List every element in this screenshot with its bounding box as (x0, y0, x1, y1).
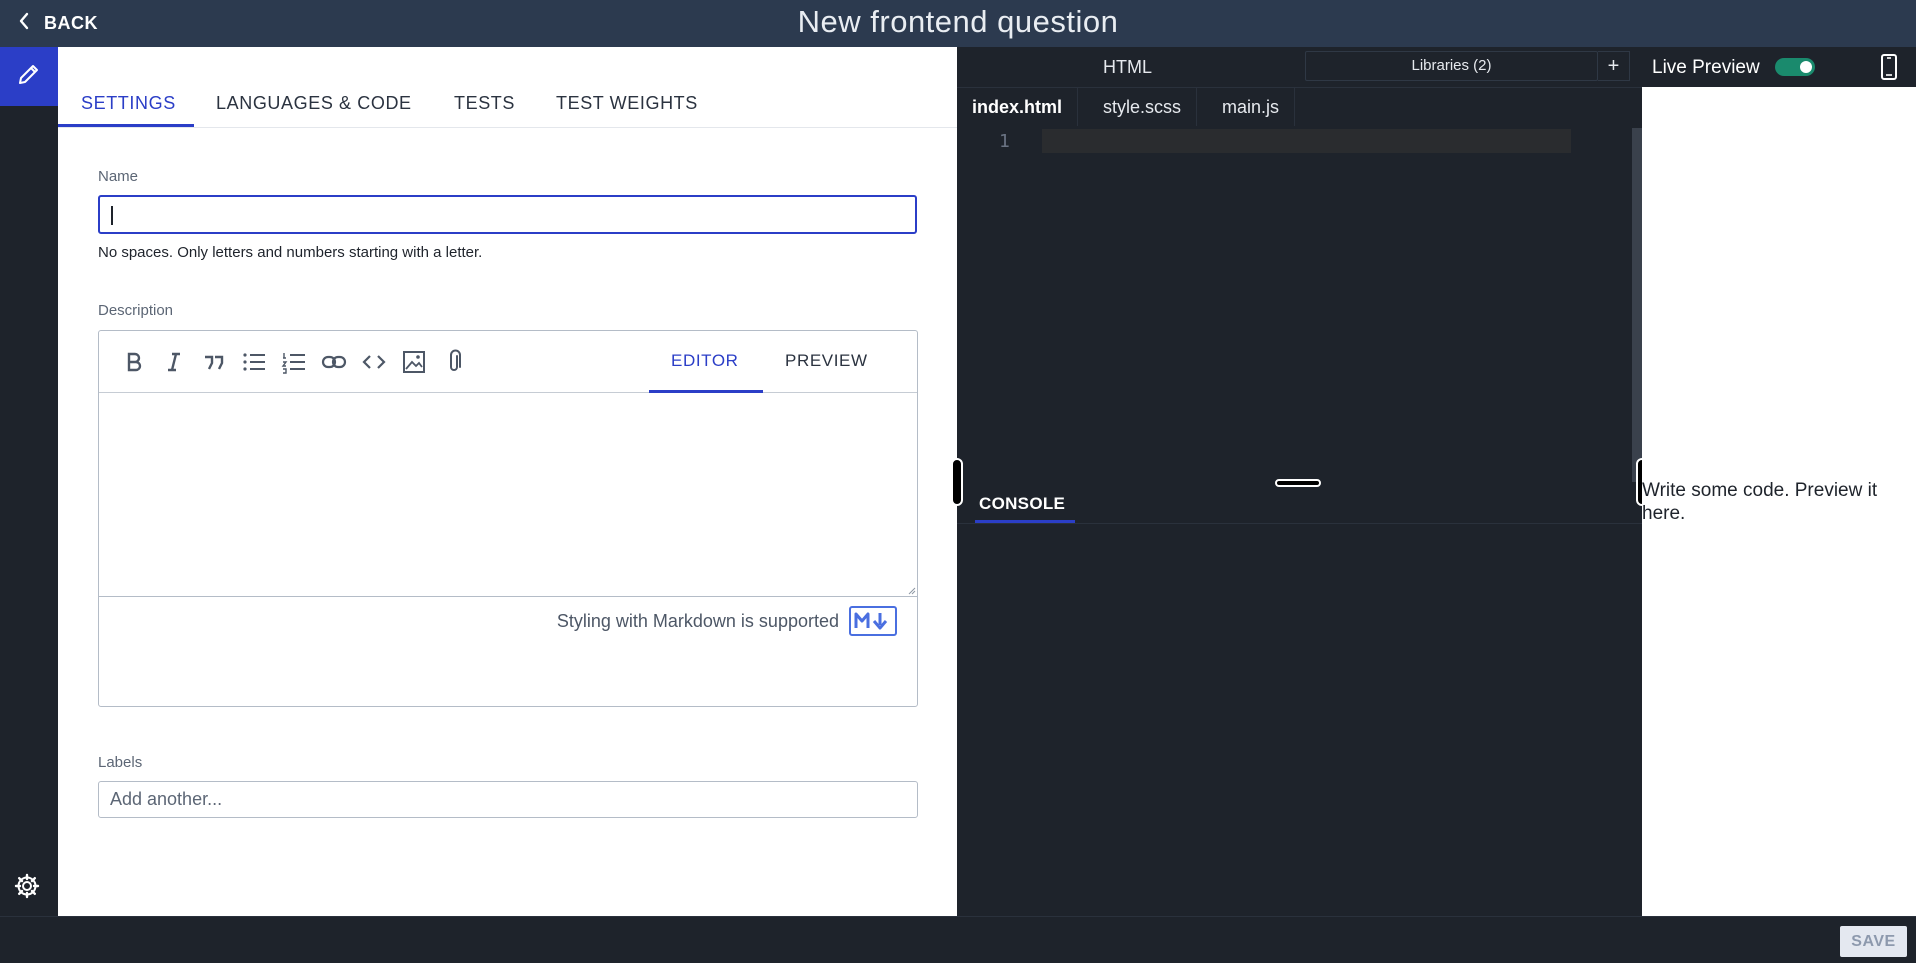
bulleted-list-icon[interactable] (241, 349, 267, 375)
tab-test-weights[interactable]: TEST WEIGHTS (556, 93, 698, 114)
file-tab-style-scss[interactable]: style.scss (1088, 88, 1198, 126)
name-input[interactable] (98, 195, 917, 234)
save-button[interactable]: SAVE (1840, 926, 1907, 957)
code-language: HTML (1103, 57, 1152, 77)
console-tab-indicator (975, 520, 1075, 523)
page-title: New frontend question (797, 4, 1119, 39)
left-split-handle[interactable] (951, 458, 963, 506)
description-label: Description (98, 302, 174, 319)
gear-icon[interactable] (13, 872, 41, 900)
add-library-button[interactable]: + (1598, 51, 1630, 81)
pencil-icon (16, 61, 42, 92)
console-header: CONSOLE (957, 482, 1642, 524)
settings-tabs: SETTINGS LANGUAGES & CODE TESTS TEST WEI… (58, 47, 957, 128)
left-rail (0, 47, 58, 916)
resize-grip-icon[interactable] (906, 585, 916, 595)
labels-input[interactable] (98, 781, 918, 818)
preview-empty-message: Write some code. Preview it here. (1642, 480, 1878, 524)
description-textarea[interactable] (99, 393, 917, 596)
active-tab-indicator (58, 124, 194, 127)
markdown-icon[interactable] (849, 606, 897, 636)
editor-scrollbar[interactable] (1632, 128, 1642, 482)
top-bar: BACK New frontend question (0, 0, 1916, 47)
libraries-button[interactable]: Libraries (2) (1305, 51, 1598, 81)
numbered-list-icon[interactable] (281, 349, 307, 375)
attachment-icon[interactable] (441, 349, 467, 375)
tab-settings[interactable]: SETTINGS (81, 93, 176, 114)
mobile-device-icon[interactable] (1880, 53, 1898, 81)
markdown-footer: Styling with Markdown is supported (99, 596, 917, 646)
live-preview-toggle[interactable] (1775, 58, 1815, 76)
file-tab-index-html[interactable]: index.html (957, 88, 1079, 126)
file-tabs: index.html style.scss main.js (957, 87, 1642, 126)
current-line-highlight (1042, 129, 1571, 153)
italic-icon[interactable] (161, 349, 187, 375)
bold-icon[interactable] (121, 349, 147, 375)
markdown-toolbar: EDITOR PREVIEW (99, 331, 917, 393)
labels-label: Labels (98, 754, 143, 771)
console-tab[interactable]: CONSOLE (979, 494, 1065, 514)
tab-tests[interactable]: TESTS (454, 93, 515, 114)
description-editor: EDITOR PREVIEW Styling with Markdown is … (98, 330, 918, 707)
image-icon[interactable] (401, 349, 427, 375)
link-icon[interactable] (321, 349, 347, 375)
line-number: 1 (999, 131, 1010, 152)
code-editor[interactable]: 1 (957, 126, 1632, 482)
text-caret (111, 206, 113, 225)
preview-tab[interactable]: PREVIEW (785, 351, 868, 371)
live-preview-panel: Live Preview Write some code. Preview it… (1642, 47, 1916, 916)
editor-tab[interactable]: EDITOR (671, 351, 739, 371)
name-label: Name (98, 168, 139, 185)
markdown-note: Styling with Markdown is supported (556, 611, 839, 631)
code-header: HTML Libraries (2) + (957, 47, 1642, 87)
code-icon[interactable] (361, 349, 387, 375)
file-tab-main-js[interactable]: main.js (1207, 88, 1296, 126)
toggle-knob (1800, 61, 1812, 73)
edit-mode-button[interactable] (0, 47, 58, 106)
tab-languages-code[interactable]: LANGUAGES & CODE (216, 93, 412, 114)
bottom-bar: SAVE (0, 916, 1916, 963)
quote-icon[interactable] (201, 349, 227, 375)
settings-panel: SETTINGS LANGUAGES & CODE TESTS TEST WEI… (58, 47, 957, 916)
code-panel: HTML Libraries (2) + index.html style.sc… (951, 47, 1648, 916)
live-preview-label: Live Preview (1652, 57, 1760, 78)
name-hint: No spaces. Only letters and numbers star… (98, 244, 483, 261)
preview-header: Live Preview (1642, 47, 1916, 87)
